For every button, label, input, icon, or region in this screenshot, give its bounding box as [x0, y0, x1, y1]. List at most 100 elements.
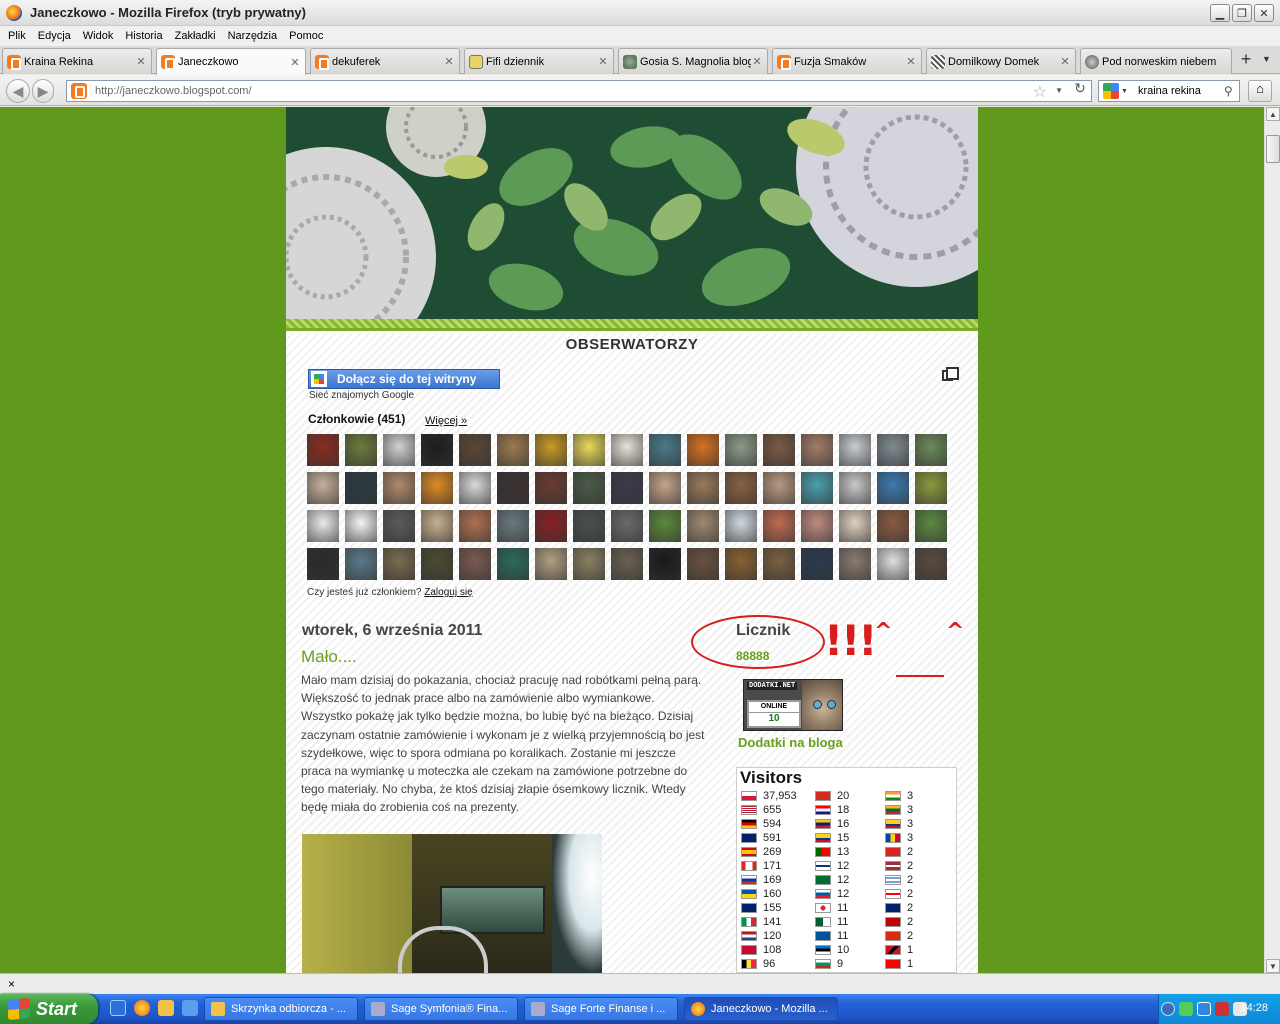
member-avatar[interactable] [877, 548, 909, 580]
member-avatar[interactable] [573, 472, 605, 504]
member-avatar[interactable] [611, 510, 643, 542]
close-findbar-icon[interactable]: × [8, 977, 15, 991]
search-input[interactable] [1137, 85, 1220, 97]
bookmark-star-icon[interactable]: ☆ [1033, 82, 1047, 101]
member-avatar[interactable] [573, 548, 605, 580]
member-avatar[interactable] [497, 548, 529, 580]
menu-zakladki[interactable]: Zakładki [169, 30, 222, 42]
tab-pod-norweskim-niebem[interactable]: Pod norweskim niebem [1080, 48, 1232, 74]
member-avatar[interactable] [421, 472, 453, 504]
member-avatar[interactable] [421, 548, 453, 580]
member-avatar[interactable] [687, 434, 719, 466]
member-avatar[interactable] [459, 434, 491, 466]
join-site-button[interactable]: Dołącz się do tej witryny [308, 369, 500, 389]
member-avatar[interactable] [649, 510, 681, 542]
search-box[interactable]: ▼ ⚲ [1098, 80, 1240, 102]
tab-kraina-rekina[interactable]: Kraina Rekina ✕ [2, 48, 152, 74]
member-avatar[interactable] [839, 548, 871, 580]
member-avatar[interactable] [687, 472, 719, 504]
member-avatar[interactable] [459, 510, 491, 542]
menu-plik[interactable]: Plik [2, 30, 32, 42]
dodatki-online-widget[interactable]: DODATKI.NET ONLINE 10 [743, 679, 843, 731]
back-button[interactable]: ◀ [6, 79, 30, 103]
member-avatar[interactable] [839, 472, 871, 504]
member-avatar[interactable] [345, 548, 377, 580]
member-avatar[interactable] [535, 434, 567, 466]
member-avatar[interactable] [345, 510, 377, 542]
menu-historia[interactable]: Historia [119, 30, 168, 42]
tab-dekuferek[interactable]: dekuferek ✕ [310, 48, 460, 74]
member-avatar[interactable] [801, 472, 833, 504]
member-avatar[interactable] [801, 434, 833, 466]
tray-arrow-icon[interactable] [1161, 1002, 1175, 1016]
vertical-scrollbar[interactable]: ▲ ▼ [1264, 107, 1280, 973]
close-tab-icon[interactable]: ✕ [597, 55, 609, 68]
member-avatar[interactable] [915, 434, 947, 466]
member-avatar[interactable] [763, 472, 795, 504]
url-input[interactable] [95, 85, 975, 97]
member-avatar[interactable] [725, 510, 757, 542]
home-button[interactable]: ⌂ [1248, 80, 1272, 102]
close-tab-icon[interactable]: ✕ [289, 56, 301, 69]
tab-fifi-dziennik[interactable]: Fifi dziennik ✕ [464, 48, 614, 74]
engine-dropdown-icon[interactable]: ▼ [1121, 88, 1128, 95]
member-avatar[interactable] [649, 548, 681, 580]
login-link[interactable]: Zaloguj się [424, 587, 472, 598]
search-icon[interactable]: ⚲ [1224, 84, 1233, 98]
member-avatar[interactable] [345, 434, 377, 466]
more-members-link[interactable]: Więcej » [425, 415, 467, 427]
tab-fuzja-smakow[interactable]: Fuzja Smaków ✕ [772, 48, 922, 74]
member-avatar[interactable] [877, 472, 909, 504]
url-dropdown-icon[interactable]: ▼ [1055, 86, 1063, 95]
tab-gosia-magnolia[interactable]: Gosia S. Magnolia blog ✕ [618, 48, 768, 74]
member-avatar[interactable] [459, 548, 491, 580]
tab-janeczkowo[interactable]: Janeczkowo ✕ [156, 48, 306, 75]
scroll-down-arrow-icon[interactable]: ▼ [1266, 959, 1280, 973]
member-avatar[interactable] [687, 548, 719, 580]
member-avatar[interactable] [839, 434, 871, 466]
post-title[interactable]: Mało.... [301, 647, 357, 667]
ie-icon[interactable] [110, 1000, 126, 1016]
member-avatar[interactable] [459, 472, 491, 504]
shield-icon[interactable] [1179, 1002, 1193, 1016]
member-avatar[interactable] [915, 548, 947, 580]
member-avatar[interactable] [725, 434, 757, 466]
taskbar-btn-firefox[interactable]: Janeczkowo - Mozilla ... [684, 997, 838, 1021]
menu-pomoc[interactable]: Pomoc [283, 30, 329, 42]
member-avatar[interactable] [497, 510, 529, 542]
member-avatar[interactable] [611, 434, 643, 466]
close-tab-icon[interactable]: ✕ [751, 55, 763, 68]
member-avatar[interactable] [877, 434, 909, 466]
member-avatar[interactable] [649, 434, 681, 466]
member-avatar[interactable] [573, 434, 605, 466]
taskbar-btn-mail[interactable]: Skrzynka odbiorcza - ... [204, 997, 358, 1021]
close-tab-icon[interactable]: ✕ [443, 55, 455, 68]
reload-icon[interactable]: ↻ [1070, 80, 1090, 100]
member-avatar[interactable] [649, 472, 681, 504]
dodatki-link[interactable]: Dodatki na bloga [738, 735, 843, 750]
scroll-thumb[interactable] [1266, 135, 1280, 163]
member-avatar[interactable] [421, 510, 453, 542]
member-avatar[interactable] [421, 434, 453, 466]
member-avatar[interactable] [687, 510, 719, 542]
member-avatar[interactable] [383, 510, 415, 542]
member-avatar[interactable] [383, 434, 415, 466]
member-avatar[interactable] [383, 548, 415, 580]
member-avatar[interactable] [307, 434, 339, 466]
member-avatar[interactable] [535, 472, 567, 504]
member-avatar[interactable] [915, 472, 947, 504]
scroll-up-arrow-icon[interactable]: ▲ [1266, 107, 1280, 121]
close-window-button[interactable]: ✕ [1254, 4, 1274, 22]
network-icon[interactable] [1197, 1002, 1211, 1016]
tab-list-arrow-icon[interactable]: ▼ [1262, 54, 1271, 64]
member-avatar[interactable] [839, 510, 871, 542]
menu-widok[interactable]: Widok [77, 30, 120, 42]
member-avatar[interactable] [497, 434, 529, 466]
member-avatar[interactable] [725, 472, 757, 504]
post-photo[interactable] [302, 834, 602, 973]
clock-icon[interactable] [158, 1000, 174, 1016]
member-avatar[interactable] [801, 548, 833, 580]
address-bar[interactable]: ☆ ▼ [66, 80, 1092, 102]
firefox-icon[interactable] [134, 1000, 150, 1016]
member-avatar[interactable] [801, 510, 833, 542]
